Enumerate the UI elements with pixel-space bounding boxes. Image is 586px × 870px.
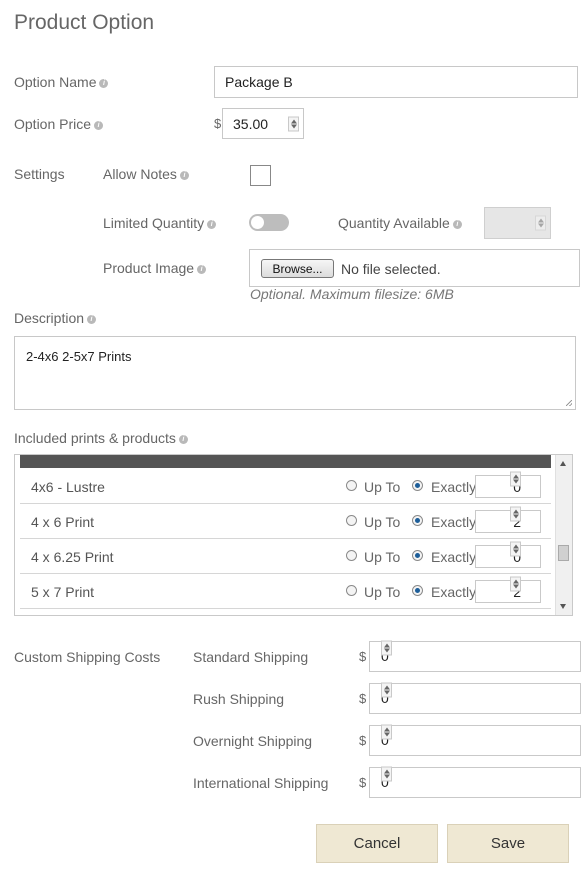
settings-label: Settings bbox=[14, 166, 65, 182]
rush-shipping-label: Rush Shipping bbox=[193, 691, 285, 707]
scroll-thumb[interactable] bbox=[558, 545, 569, 561]
save-button[interactable]: Save bbox=[447, 824, 569, 863]
list-item: 4 x 6.25 Print Up To Exactly 0 bbox=[20, 539, 551, 574]
resize-handle-icon[interactable] bbox=[566, 400, 572, 406]
quantity-available-input[interactable] bbox=[484, 207, 551, 239]
info-icon[interactable]: i bbox=[197, 264, 207, 274]
overnight-shipping-label: Overnight Shipping bbox=[193, 733, 313, 749]
info-icon[interactable]: i bbox=[87, 314, 97, 324]
page-title: Product Option bbox=[14, 11, 155, 34]
quantity-stepper[interactable]: 2 bbox=[475, 506, 541, 533]
spinner-icon[interactable] bbox=[288, 116, 299, 131]
list-item: 4 x 6 Print Up To Exactly 2 bbox=[20, 504, 551, 539]
option-name-input[interactable]: Package B bbox=[214, 66, 578, 98]
info-icon[interactable]: i bbox=[452, 219, 462, 229]
scroll-up-icon[interactable] bbox=[560, 461, 566, 466]
allow-notes-label: Allow Notes i bbox=[103, 166, 189, 182]
currency-symbol: $ bbox=[214, 116, 222, 131]
spinner-icon[interactable] bbox=[510, 576, 521, 592]
currency-symbol: $ bbox=[359, 691, 367, 706]
spinner-icon[interactable] bbox=[510, 471, 521, 487]
product-image-label: Product Image i bbox=[103, 260, 207, 276]
file-helper-text: Optional. Maximum filesize: 6MB bbox=[250, 286, 454, 302]
included-prints-list[interactable]: 4x6 - Lustre Up To Exactly 0 4 x 6 Print… bbox=[14, 454, 573, 616]
up-to-radio[interactable] bbox=[346, 480, 357, 491]
option-name-label: Option Name i bbox=[14, 74, 109, 90]
description-label: Description i bbox=[14, 310, 97, 326]
standard-shipping-label: Standard Shipping bbox=[193, 649, 309, 665]
option-price-label: Option Price i bbox=[14, 116, 104, 132]
up-to-radio[interactable] bbox=[346, 550, 357, 561]
allow-notes-checkbox[interactable] bbox=[250, 165, 271, 186]
list-item: 5 x 7 Print Up To Exactly 2 bbox=[20, 574, 551, 609]
up-to-radio[interactable] bbox=[346, 585, 357, 596]
scrollbar[interactable] bbox=[555, 455, 572, 615]
product-image-file-input[interactable]: Browse... No file selected. bbox=[249, 249, 580, 287]
spinner-icon[interactable] bbox=[381, 640, 392, 656]
included-label: Included prints & products i bbox=[14, 430, 188, 446]
file-status: No file selected. bbox=[341, 261, 441, 277]
cancel-button[interactable]: Cancel bbox=[316, 824, 438, 863]
info-icon[interactable]: i bbox=[178, 434, 188, 444]
quantity-available-label: Quantity Available i bbox=[338, 215, 462, 231]
standard-shipping-input[interactable]: 0 bbox=[369, 640, 581, 672]
exactly-radio[interactable] bbox=[412, 480, 423, 491]
currency-symbol: $ bbox=[359, 775, 367, 790]
info-icon[interactable]: i bbox=[99, 78, 109, 88]
limited-quantity-label: Limited Quantity i bbox=[103, 215, 217, 231]
spinner-icon[interactable] bbox=[381, 766, 392, 782]
description-textarea[interactable]: 2-4x6 2-5x7 Prints bbox=[14, 336, 576, 410]
shipping-label: Custom Shipping Costs bbox=[14, 649, 161, 665]
rush-shipping-input[interactable]: 0 bbox=[369, 682, 581, 714]
option-price-input[interactable]: 35.00 bbox=[222, 108, 304, 139]
quantity-stepper[interactable]: 2 bbox=[475, 576, 541, 603]
info-icon[interactable]: i bbox=[94, 120, 104, 130]
limited-quantity-toggle[interactable] bbox=[249, 214, 289, 231]
currency-symbol: $ bbox=[359, 733, 367, 748]
up-to-radio[interactable] bbox=[346, 515, 357, 526]
list-header-band bbox=[20, 455, 551, 468]
info-icon[interactable]: i bbox=[179, 170, 189, 180]
international-shipping-label: International Shipping bbox=[193, 775, 329, 791]
exactly-radio[interactable] bbox=[412, 585, 423, 596]
spinner-icon[interactable] bbox=[510, 541, 521, 557]
exactly-radio[interactable] bbox=[412, 515, 423, 526]
quantity-stepper[interactable]: 0 bbox=[475, 541, 541, 568]
spinner-icon[interactable] bbox=[535, 215, 546, 231]
exactly-radio[interactable] bbox=[412, 550, 423, 561]
spinner-icon[interactable] bbox=[510, 506, 521, 522]
international-shipping-input[interactable]: 0 bbox=[369, 766, 581, 798]
quantity-stepper[interactable]: 0 bbox=[475, 471, 541, 498]
spinner-icon[interactable] bbox=[381, 682, 392, 698]
scroll-down-icon[interactable] bbox=[560, 604, 566, 609]
list-item: 4x6 - Lustre Up To Exactly 0 bbox=[20, 469, 551, 504]
currency-symbol: $ bbox=[359, 649, 367, 664]
overnight-shipping-input[interactable]: 0 bbox=[369, 724, 581, 756]
browse-button[interactable]: Browse... bbox=[261, 259, 334, 278]
spinner-icon[interactable] bbox=[381, 724, 392, 740]
info-icon[interactable]: i bbox=[207, 219, 217, 229]
